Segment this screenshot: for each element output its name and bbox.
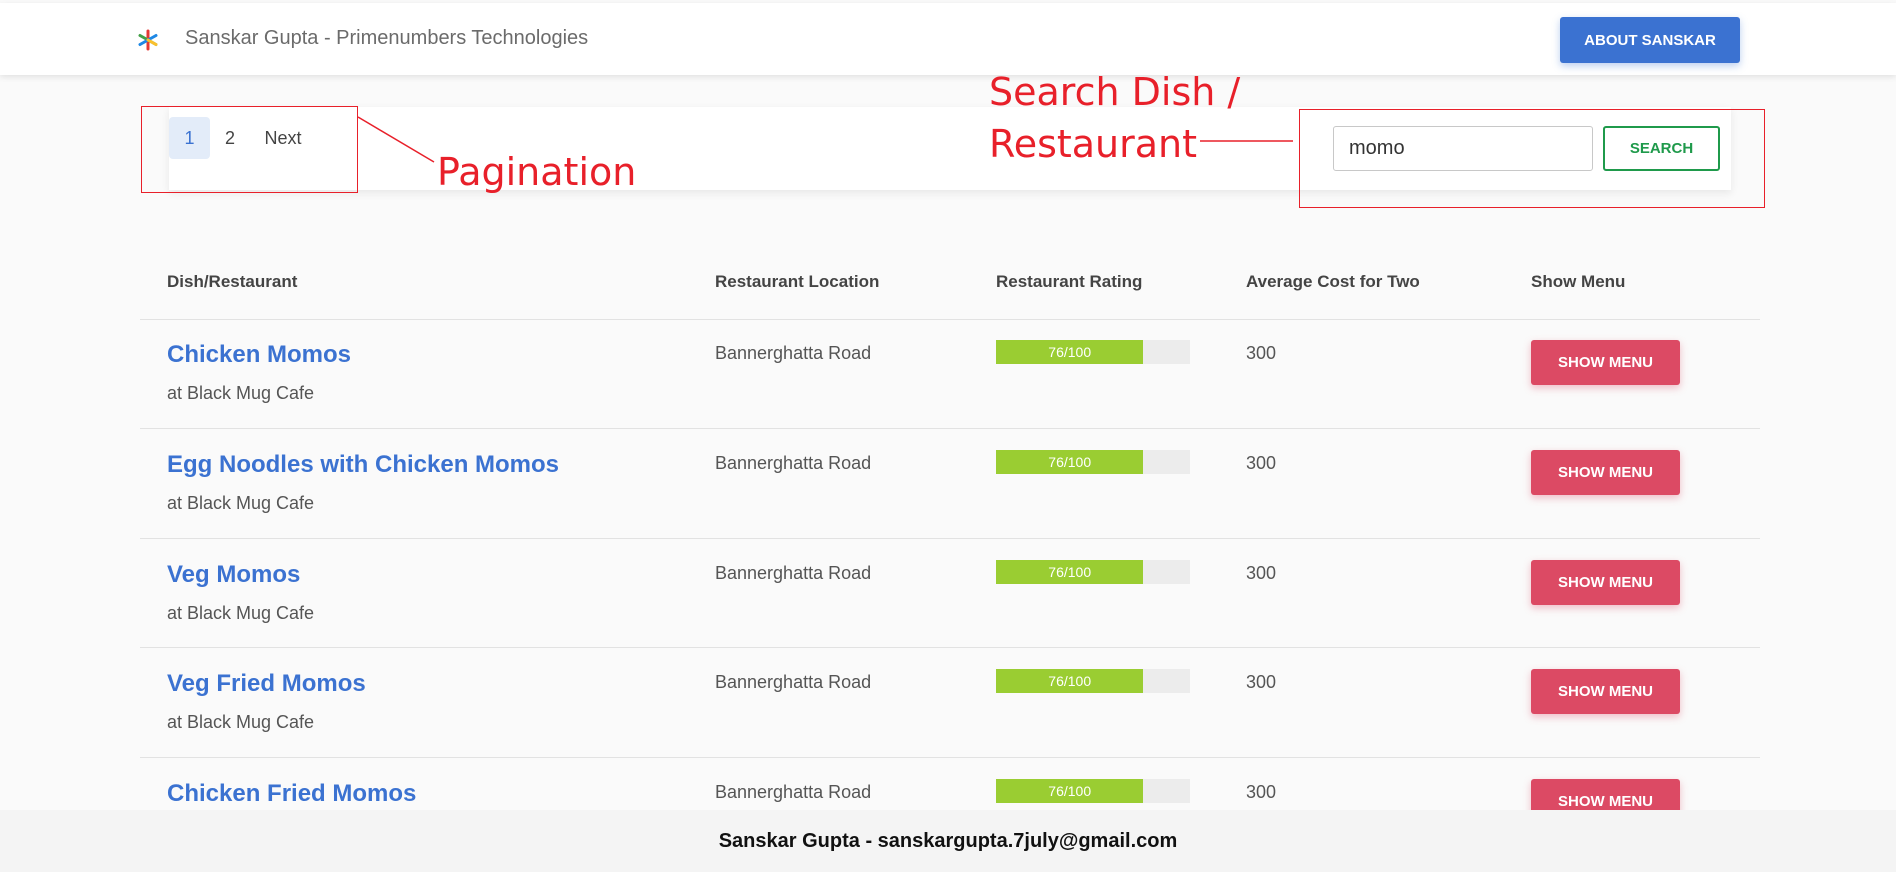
restaurant-location: Bannerghatta Road xyxy=(715,563,872,583)
show-menu-button[interactable]: SHOW MENU xyxy=(1531,560,1680,605)
row-divider xyxy=(140,319,1760,320)
rating-bar: 76/100 xyxy=(996,450,1190,474)
header-dish-restaurant: Dish/Restaurant xyxy=(167,272,298,291)
average-cost: 300 xyxy=(1246,563,1277,583)
annotation-connector-lines xyxy=(357,116,1293,163)
rating-bar: 76/100 xyxy=(996,560,1190,584)
restaurant-name: at Black Mug Cafe xyxy=(167,493,315,513)
show-menu-button[interactable]: SHOW MENU xyxy=(1531,340,1680,385)
restaurant-name: at Black Mug Cafe xyxy=(167,603,315,623)
header-restaurant-location: Restaurant Location xyxy=(715,272,880,291)
restaurant-location: Bannerghatta Road xyxy=(715,453,872,473)
row-divider xyxy=(140,647,1760,648)
footer: Sanskar Gupta - sanskargupta.7july@gmail… xyxy=(0,810,1896,872)
footer-contact-text: Sanskar Gupta - sanskargupta.7july@gmail… xyxy=(718,829,1178,852)
show-menu-button[interactable]: SHOW MENU xyxy=(1531,669,1680,714)
average-cost: 300 xyxy=(1246,343,1277,363)
dish-name-link[interactable]: Veg Fried Momos xyxy=(167,670,366,698)
search-annotation-label-line1: Search Dish / xyxy=(989,70,1241,114)
row-divider xyxy=(140,538,1760,539)
average-cost: 300 xyxy=(1246,672,1277,692)
average-cost: 300 xyxy=(1246,782,1277,802)
row-divider xyxy=(140,757,1760,758)
search-annotation-label-line2: Restaurant xyxy=(989,122,1198,166)
rating-bar-fill: 76/100 xyxy=(996,560,1144,584)
dish-name-link[interactable]: Chicken Momos xyxy=(167,341,351,369)
restaurant-location: Bannerghatta Road xyxy=(715,672,872,692)
rating-bar-fill: 76/100 xyxy=(996,779,1144,803)
rating-bar-fill: 76/100 xyxy=(996,340,1144,364)
rating-bar: 76/100 xyxy=(996,340,1190,364)
rating-bar-fill: 76/100 xyxy=(996,450,1144,474)
pagination-annotation-label: Pagination xyxy=(437,150,637,194)
header-show-menu: Show Menu xyxy=(1531,272,1626,291)
dish-name-link[interactable]: Veg Momos xyxy=(167,561,300,589)
rating-bar-fill: 76/100 xyxy=(996,669,1144,693)
row-divider xyxy=(140,428,1760,429)
restaurant-location: Bannerghatta Road xyxy=(715,343,872,363)
dish-name-link[interactable]: Egg Noodles with Chicken Momos xyxy=(167,451,559,479)
restaurant-name: at Black Mug Cafe xyxy=(167,383,315,403)
show-menu-button[interactable]: SHOW MENU xyxy=(1531,450,1680,495)
rating-bar: 76/100 xyxy=(996,669,1190,693)
header-average-cost: Average Cost for Two xyxy=(1246,272,1420,291)
average-cost: 300 xyxy=(1246,453,1277,473)
restaurant-location: Bannerghatta Road xyxy=(715,782,872,802)
dish-name-link[interactable]: Chicken Fried Momos xyxy=(167,780,416,808)
header-restaurant-rating: Restaurant Rating xyxy=(996,272,1143,291)
rating-bar: 76/100 xyxy=(996,779,1190,803)
restaurant-name: at Black Mug Cafe xyxy=(167,712,315,732)
